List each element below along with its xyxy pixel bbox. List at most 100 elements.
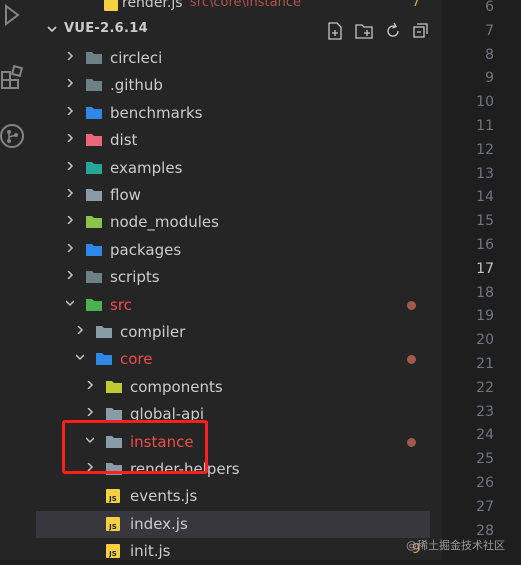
line-number: 11: [476, 118, 494, 134]
tree-folder-item[interactable]: circleci: [36, 45, 430, 72]
tree-item-label: components: [130, 377, 223, 396]
line-number: 23: [476, 403, 494, 420]
refresh-icon[interactable]: [384, 22, 402, 40]
chevron-down-icon[interactable]: [76, 353, 84, 361]
new-file-icon[interactable]: [326, 22, 344, 40]
collapse-all-icon[interactable]: [412, 22, 430, 40]
chevron-right-icon[interactable]: [66, 243, 74, 252]
chevron-right-icon[interactable]: [66, 134, 74, 143]
chevron-right-icon[interactable]: [66, 189, 74, 197]
tree-folder-item[interactable]: flow: [36, 182, 430, 209]
js-file-icon: JS: [106, 489, 120, 504]
tree-folder-item[interactable]: benchmarks: [36, 100, 430, 127]
tree-folder-item[interactable]: node_modules: [36, 209, 430, 236]
chevron-right-icon[interactable]: [86, 380, 94, 389]
folder-icon: [96, 326, 112, 338]
modified-dot: [407, 355, 416, 365]
tree-folder-item[interactable]: scripts: [36, 264, 430, 291]
tree-folder-item[interactable]: src: [36, 292, 430, 319]
dist-folder-icon: [86, 134, 102, 147]
chevron-right-icon[interactable]: [66, 52, 74, 60]
tree-file-item[interactable]: JS events.js: [36, 483, 430, 510]
tree-item-label: packages: [110, 240, 182, 259]
packages-folder-icon: [86, 243, 102, 256]
problem-badge: 7: [412, 0, 421, 10]
modified-dot: [407, 300, 416, 310]
tree-item-label: benchmarks: [110, 103, 203, 122]
tree-folder-item[interactable]: examples: [36, 155, 430, 182]
js-file-icon: [104, 0, 118, 11]
tree-item-label: index.js: [130, 514, 188, 533]
tree-item-label: circleci: [110, 49, 163, 67]
source-control-icon[interactable]: [0, 124, 26, 150]
svg-text:JS: JS: [108, 495, 117, 503]
chevron-right-icon[interactable]: [66, 161, 74, 170]
tree-folder-item[interactable]: .github: [36, 72, 430, 99]
tree-item-label: events.js: [130, 487, 198, 506]
js-file-icon: JS: [106, 544, 120, 559]
line-number: 6: [485, 0, 494, 15]
github-folder-icon: [86, 79, 102, 92]
node-folder-icon: [86, 216, 102, 229]
open-editor-item[interactable]: render.js src\core\instance 7: [36, 0, 430, 18]
tree-item-label: examples: [110, 158, 183, 177]
tree-item-label: core: [120, 350, 153, 369]
line-number: 27: [476, 498, 494, 515]
chevron-right-icon[interactable]: [66, 106, 74, 115]
tree-item-label: compiler: [120, 323, 186, 341]
tree-item-label: .github: [110, 76, 163, 95]
line-number: 24: [476, 427, 494, 444]
chevron-right-icon[interactable]: [66, 271, 74, 280]
scripts-folder-icon: [86, 271, 102, 284]
run-debug-icon[interactable]: [0, 2, 26, 28]
line-number: 18: [476, 284, 494, 301]
highlight-annotation: [62, 420, 208, 474]
tree-item-label: flow: [110, 186, 141, 204]
tree-folder-item[interactable]: packages: [36, 237, 430, 264]
tree-file-item[interactable]: JS index.js: [36, 510, 430, 538]
line-number: 13: [476, 165, 494, 182]
chevron-right-icon[interactable]: [66, 216, 74, 225]
core-folder-icon: [96, 353, 112, 366]
tree-folder-item[interactable]: components: [36, 374, 430, 401]
chevron-down-icon[interactable]: [47, 24, 57, 34]
svg-text:JS: JS: [108, 523, 117, 531]
watermark: @稀土掘金技术社区: [406, 539, 505, 552]
tree-item-label: dist: [110, 131, 138, 150]
chevron-right-icon[interactable]: [76, 326, 84, 334]
explorer-title[interactable]: VUE-2.6.14: [64, 21, 148, 36]
open-editor-file: render.js: [122, 0, 183, 11]
explorer-panel: render.js src\core\instance 7 VUE-2.6.14…: [36, 0, 478, 560]
circleci-folder-icon: [86, 52, 102, 64]
benchmark-folder-icon: [86, 106, 102, 119]
tree-file-item[interactable]: JS init.js 9: [36, 538, 430, 565]
line-number: 26: [476, 475, 494, 491]
line-number: 16: [476, 237, 494, 253]
folder-icon: [106, 408, 122, 421]
tree-folder-item[interactable]: core: [36, 346, 430, 373]
line-number: 21: [476, 356, 494, 372]
new-folder-icon[interactable]: [355, 22, 373, 40]
src-folder-icon: [86, 298, 102, 311]
extensions-icon[interactable]: [0, 64, 26, 90]
chevron-right-icon[interactable]: [66, 79, 74, 88]
open-editor-path: src\core\instance: [190, 0, 301, 10]
line-number: 22: [476, 379, 494, 396]
svg-text:JS: JS: [108, 550, 117, 558]
tree-folder-item[interactable]: dist: [36, 127, 430, 154]
chevron-down-icon[interactable]: [66, 299, 74, 307]
line-number: 15: [476, 213, 494, 230]
line-number: 25: [476, 451, 494, 468]
tree-item-label: init.js: [130, 542, 171, 561]
editor-gutter: 6 7 8 9 10 11 12 13 14 15 16 17 18 19 20 21 22 23 24 25 26 27…: [442, 0, 521, 560]
js-file-icon: JS: [106, 516, 120, 531]
components-folder-icon: [106, 380, 122, 393]
line-number: 7: [485, 22, 494, 39]
line-number: 9: [485, 70, 494, 87]
line-number: 12: [476, 141, 494, 158]
line-number: 14: [476, 189, 494, 206]
line-number: 19: [476, 308, 494, 325]
chevron-right-icon[interactable]: [86, 408, 94, 417]
tree-folder-item[interactable]: compiler: [36, 319, 430, 346]
line-number: 8: [485, 46, 494, 63]
